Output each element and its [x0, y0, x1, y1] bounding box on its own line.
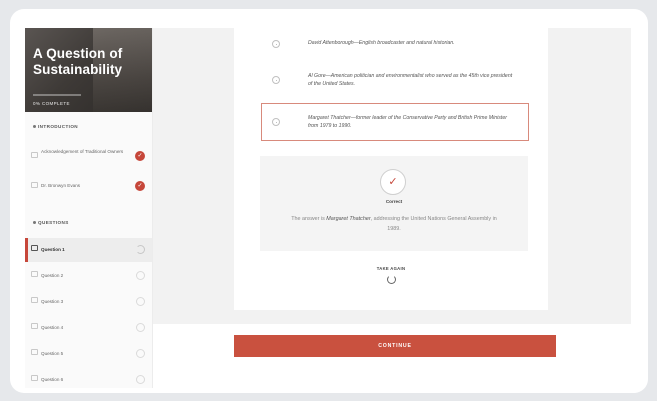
course-progress-text: 0% COMPLETE: [33, 101, 70, 106]
in-progress-icon: [136, 245, 145, 254]
answer-name: Margaret Thatcher: [326, 216, 371, 222]
sidebar-item-label: Question 2: [41, 273, 64, 278]
sidebar-item-question-3[interactable]: Question 3: [25, 290, 152, 314]
sidebar-item-label: Question 3: [41, 299, 64, 304]
sidebar-item-acknowledgement[interactable]: Acknowledgement of Traditional Owners ✓: [25, 145, 152, 169]
incomplete-icon: [136, 297, 145, 306]
bullet-icon: [33, 221, 36, 225]
answer-option-2[interactable]: Al Gore—American politician and environm…: [268, 72, 518, 90]
feedback-title: Correct: [385, 199, 403, 204]
answer-option-3[interactable]: Margaret Thatcher—former leader of the C…: [261, 103, 529, 141]
sidebar-item-question-4[interactable]: Question 4: [25, 316, 152, 340]
quiz-card: David Attenborough—English broadcaster a…: [234, 28, 548, 310]
sidebar-item-label: Question 4: [41, 325, 64, 330]
incomplete-icon: [136, 323, 145, 332]
retry-icon[interactable]: [387, 275, 396, 284]
sidebar-item-label: Question 1: [41, 247, 65, 252]
take-again-button[interactable]: TAKE AGAIN: [234, 266, 548, 271]
quiz-icon: [31, 323, 38, 329]
section-heading-questions[interactable]: QUESTIONS: [33, 220, 69, 225]
check-icon: ✓: [135, 151, 145, 161]
radio-icon[interactable]: [272, 76, 280, 84]
course-sidebar: A Question of Sustainability 0% COMPLETE…: [25, 28, 153, 388]
check-icon: ✓: [380, 169, 406, 195]
quiz-icon: [31, 271, 38, 277]
sidebar-item-label: Question 5: [41, 351, 64, 356]
answer-option-text: Al Gore—American politician and environm…: [308, 73, 513, 87]
sidebar-item-question-6[interactable]: Question 6: [25, 368, 152, 388]
sidebar-item-label: Acknowledgement of Traditional Owners: [41, 149, 124, 154]
check-icon: ✓: [135, 181, 145, 191]
answer-option-text: David Attenborough—English broadcaster a…: [308, 40, 455, 46]
answer-option-text: Margaret Thatcher—former leader of the C…: [308, 115, 507, 129]
lesson-icon: [31, 152, 38, 158]
feedback-answer: The answer is Margaret Thatcher, address…: [291, 216, 497, 232]
radio-icon[interactable]: [272, 118, 280, 126]
sidebar-item-label: Dr. Bronwyn Evans: [41, 183, 81, 188]
course-hero: A Question of Sustainability 0% COMPLETE: [25, 28, 152, 112]
sidebar-item-dr-bronwyn-evans[interactable]: Dr. Bronwyn Evans ✓: [25, 175, 152, 199]
incomplete-icon: [136, 271, 145, 280]
incomplete-icon: [136, 375, 145, 384]
lesson-content: David Attenborough—English broadcaster a…: [153, 28, 631, 388]
incomplete-icon: [136, 349, 145, 358]
bullet-icon: [33, 125, 36, 129]
course-progress-bar: [33, 94, 81, 96]
sidebar-item-label: Question 6: [41, 377, 64, 382]
lesson-icon: [31, 182, 38, 188]
active-indicator: [25, 238, 28, 262]
answer-option-1[interactable]: David Attenborough—English broadcaster a…: [268, 38, 518, 50]
radio-icon[interactable]: [272, 40, 280, 48]
continue-button[interactable]: CONTINUE: [234, 335, 556, 357]
quiz-icon: [31, 375, 38, 381]
sidebar-item-question-5[interactable]: Question 5: [25, 342, 152, 366]
course-title: A Question of Sustainability: [33, 46, 123, 77]
sidebar-item-question-1[interactable]: Question 1: [25, 238, 152, 262]
quiz-icon: [31, 297, 38, 303]
sidebar-item-question-2[interactable]: Question 2: [25, 264, 152, 288]
quiz-icon: [31, 349, 38, 355]
feedback-panel: ✓ Correct The answer is Margaret Thatche…: [260, 156, 528, 251]
quiz-icon: [31, 245, 38, 251]
section-heading-introduction[interactable]: INTRODUCTION: [33, 124, 78, 129]
